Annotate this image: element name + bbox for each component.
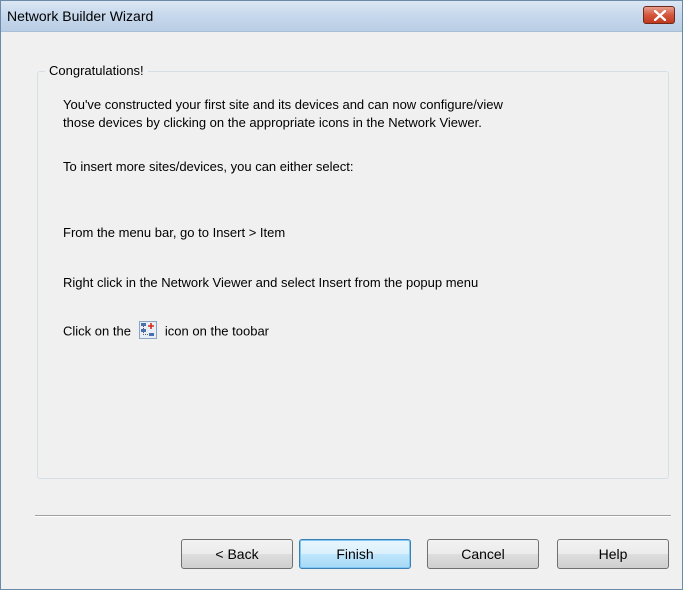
finish-button[interactable]: Finish: [299, 539, 411, 569]
close-x-icon: [654, 10, 666, 21]
back-button[interactable]: < Back: [181, 539, 293, 569]
groupbox-legend: Congratulations!: [45, 63, 148, 78]
wizard-window: Network Builder Wizard Congratulations! …: [0, 0, 683, 590]
cancel-button[interactable]: Cancel: [427, 539, 539, 569]
intro-line-2: those devices by clicking on the appropr…: [63, 115, 482, 130]
help-button[interactable]: Help: [557, 539, 669, 569]
instruction-line: To insert more sites/devices, you can ei…: [63, 159, 354, 174]
intro-line-1: You've constructed your first site and i…: [63, 97, 503, 112]
window-title: Network Builder Wizard: [7, 8, 154, 24]
close-button[interactable]: [643, 6, 675, 24]
button-separator: [35, 515, 671, 517]
option-right-click: Right click in the Network Viewer and se…: [63, 275, 479, 290]
title-bar[interactable]: Network Builder Wizard: [1, 1, 682, 32]
option-menu-bar: From the menu bar, go to Insert > Item: [63, 225, 286, 240]
option-toolbar-text-before: Click on the: [63, 323, 131, 339]
insert-item-icon: [138, 321, 157, 339]
option-toolbar-icon: Click on the icon on the toobar: [63, 321, 269, 341]
option-toolbar-text-after: icon on the toobar: [164, 323, 269, 339]
